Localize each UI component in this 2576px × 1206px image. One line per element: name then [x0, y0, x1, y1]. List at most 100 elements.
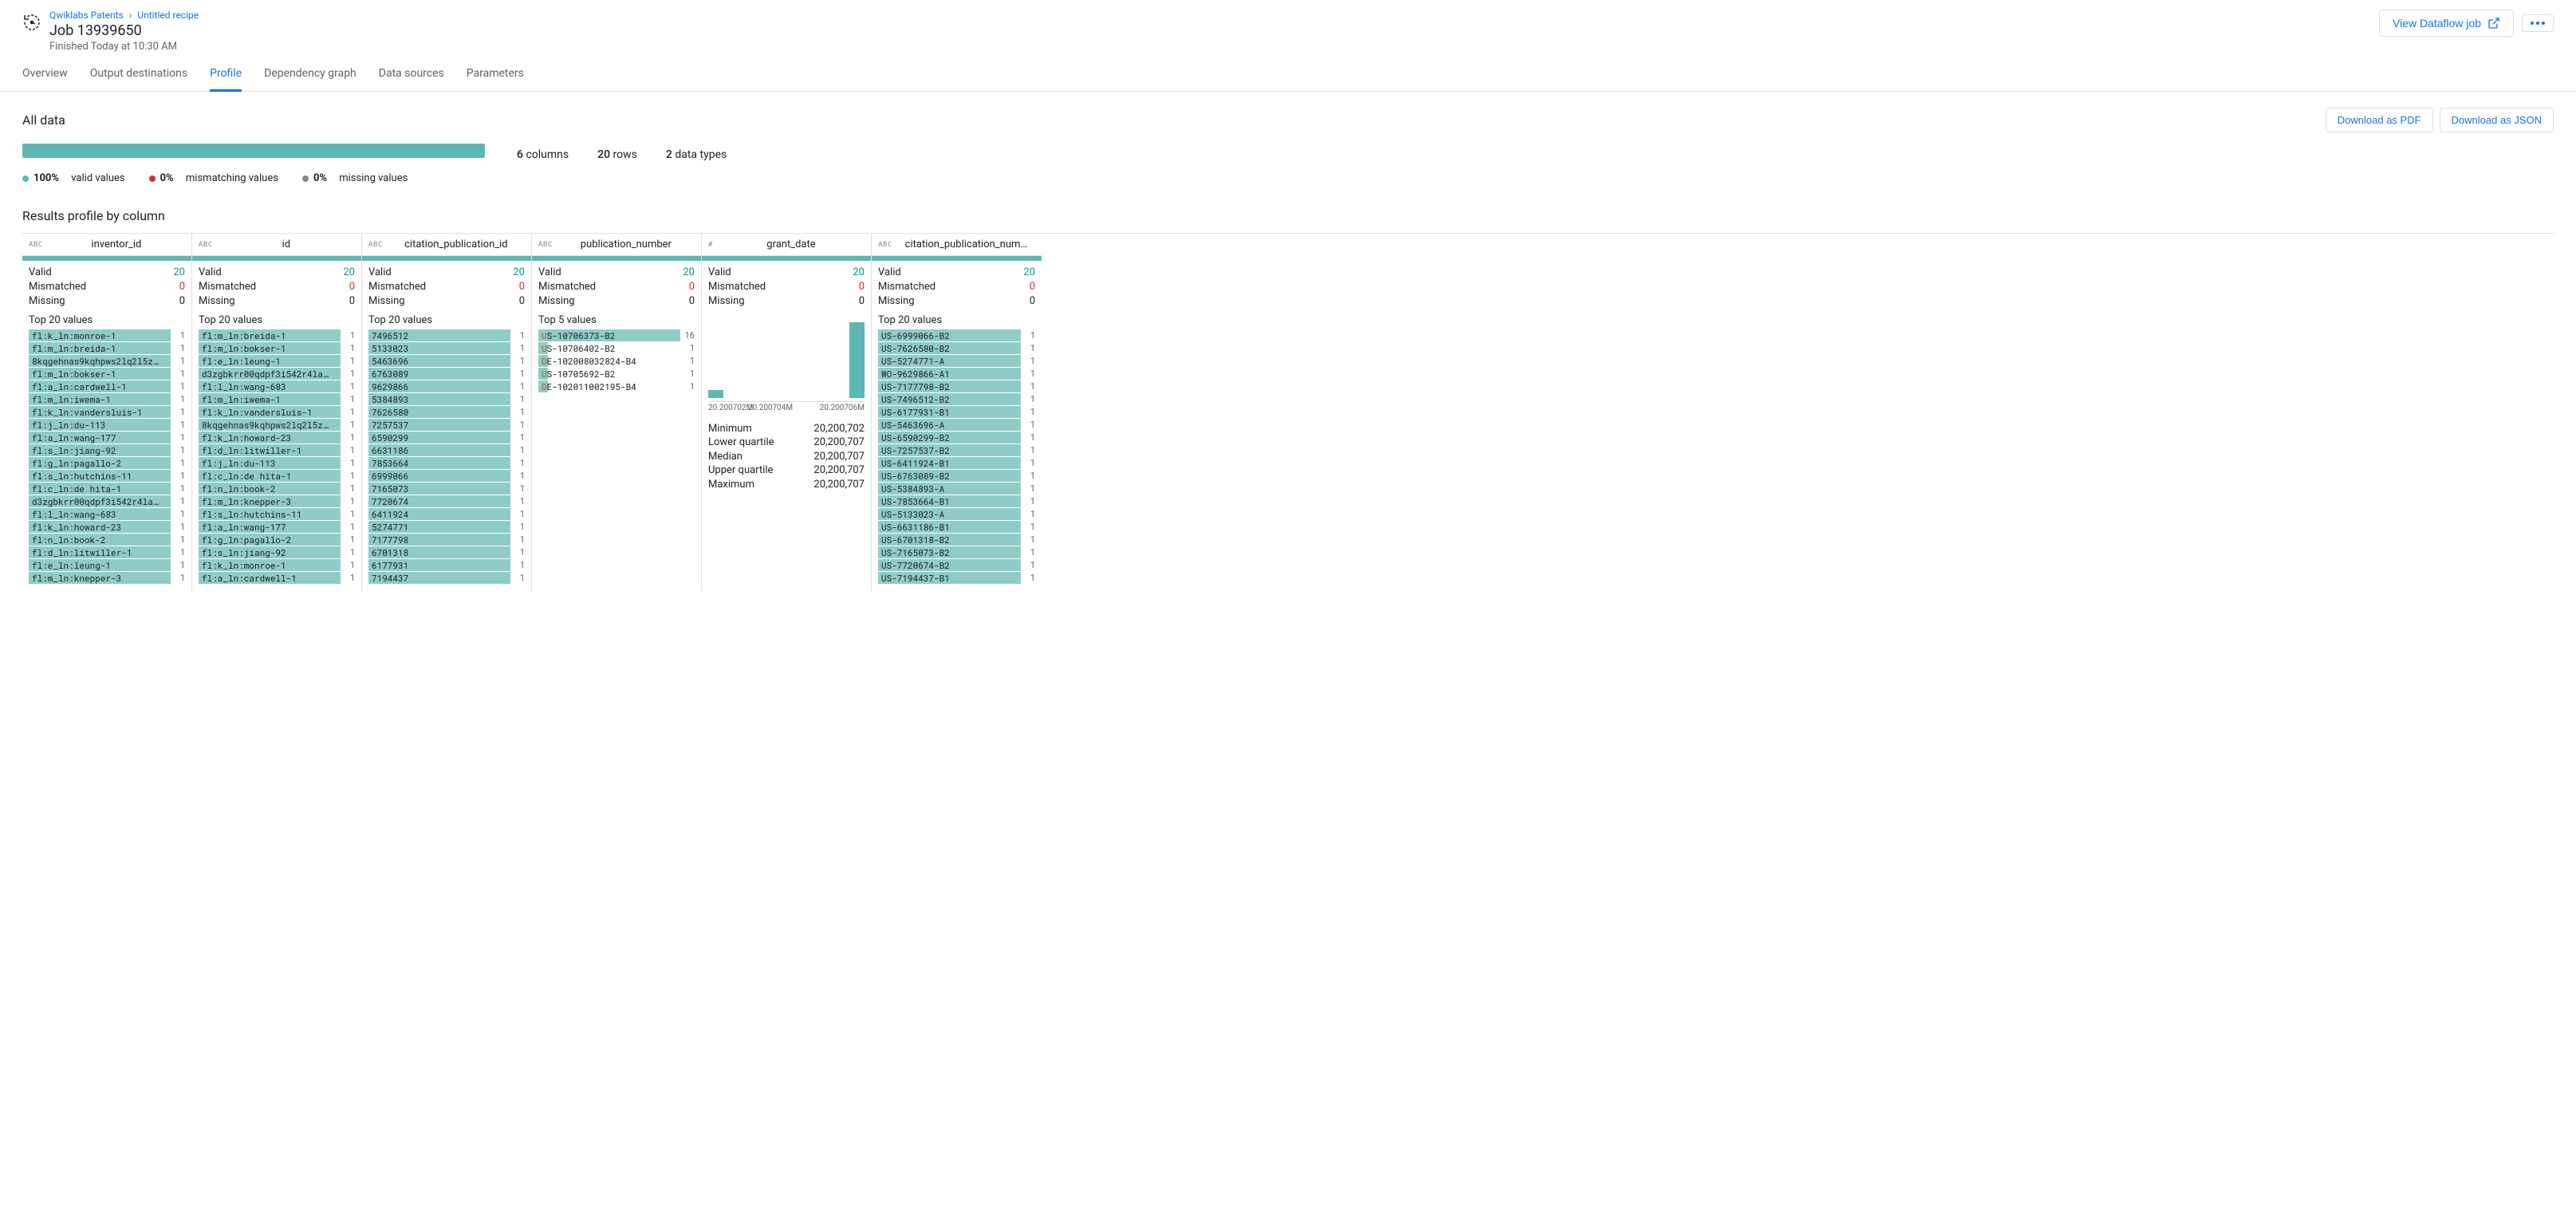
value-row[interactable]: 51330231 [368, 342, 525, 354]
value-row[interactable]: fl:g_ln:pagallo-21 [29, 457, 185, 469]
value-row[interactable]: fl:n_ln:book-21 [199, 483, 355, 495]
value-row[interactable]: US-6411924-B11 [878, 457, 1035, 469]
download-pdf-button[interactable]: Download as PDF [2326, 108, 2433, 132]
value-row[interactable]: fl:s_ln:jiang-921 [199, 546, 355, 558]
tab-output-destinations[interactable]: Output destinations [90, 67, 187, 91]
value-row[interactable]: fl:e_ln:leung-11 [199, 355, 355, 367]
breadcrumb-recipe[interactable]: Untitled recipe [137, 10, 199, 21]
value-row[interactable]: fl:d_ln:litwiller-11 [29, 546, 185, 558]
value-row[interactable]: WO-9629866-A11 [878, 368, 1035, 380]
value-row[interactable]: fl:n_ln:book-21 [29, 534, 185, 546]
value-row[interactable]: fl:k_ln:monroe-11 [29, 329, 185, 341]
value-row[interactable]: US-6177931-B11 [878, 406, 1035, 418]
value-row[interactable]: fl:m_ln:knepper-31 [199, 495, 355, 507]
column-header[interactable]: ABCcitation_publication_id [362, 234, 531, 256]
value-row[interactable]: fl:c_ln:de hita-11 [29, 483, 185, 495]
value-row[interactable]: US-7194437-B11 [878, 572, 1035, 584]
value-row[interactable]: 53848931 [368, 393, 525, 405]
tab-parameters[interactable]: Parameters [467, 67, 524, 91]
value-row[interactable]: 61779311 [368, 559, 525, 571]
value-row[interactable]: US-7496512-B21 [878, 393, 1035, 405]
value-row[interactable]: 77206741 [368, 495, 525, 507]
value-row[interactable]: fl:g_ln:pagallo-21 [199, 534, 355, 546]
value-row[interactable]: fl:m_ln:bokser-11 [29, 368, 185, 380]
column-header[interactable]: ABCid [192, 234, 361, 256]
value-row[interactable]: 69990661 [368, 470, 525, 482]
value-row[interactable]: 72575371 [368, 419, 525, 431]
value-row[interactable]: US-5274771-A1 [878, 355, 1035, 367]
value-row[interactable]: US-7257537-B21 [878, 444, 1035, 456]
column-header[interactable]: #grant_date [702, 234, 871, 256]
value-row[interactable]: 65902991 [368, 432, 525, 443]
value-row[interactable]: fl:k_ln:howard-231 [29, 521, 185, 533]
value-row[interactable]: 8kqgehnas9kqhpws2lq2l5z…1 [29, 355, 185, 367]
breadcrumb-project[interactable]: Qwiklabs Patents [49, 10, 124, 21]
value-row[interactable]: fl:j_ln:du-1131 [29, 419, 185, 431]
value-row[interactable]: fl:a_ln:cardwell-11 [199, 572, 355, 584]
value-row[interactable]: 8kqgehnas9kqhpws2lq2l5z…1 [199, 419, 355, 431]
value-row[interactable]: US-5463696-A1 [878, 419, 1035, 431]
column-header[interactable]: ABCcitation_publication_num… [872, 234, 1042, 256]
value-row[interactable]: fl:s_ln:hutchins-111 [199, 508, 355, 520]
value-row[interactable]: US-7853664-B11 [878, 495, 1035, 507]
value-row[interactable]: fl:e_ln:leung-11 [29, 559, 185, 571]
value-row[interactable]: d3zgbkrr00qdpf3i542r4la…1 [199, 368, 355, 380]
value-row[interactable]: fl:s_ln:hutchins-111 [29, 470, 185, 482]
value-row[interactable]: d3zgbkrr00qdpf3i542r4la…1 [29, 495, 185, 507]
value-row[interactable]: 67630891 [368, 368, 525, 380]
value-row[interactable]: fl:d_ln:litwiller-11 [199, 444, 355, 456]
tab-overview[interactable]: Overview [22, 67, 68, 91]
value-row[interactable]: fl:a_ln:cardwell-11 [29, 380, 185, 392]
value-row[interactable]: US-10706402-B21 [538, 342, 695, 354]
value-row[interactable]: 64119241 [368, 508, 525, 520]
value-row[interactable]: fl:k_ln:howard-231 [199, 432, 355, 443]
download-json-button[interactable]: Download as JSON [2440, 108, 2554, 132]
value-row[interactable]: 78536641 [368, 457, 525, 469]
value-row[interactable]: fl:m_ln:breida-11 [29, 342, 185, 354]
value-row[interactable]: fl:m_ln:knepper-31 [29, 572, 185, 584]
histogram-bar[interactable] [849, 322, 865, 398]
view-dataflow-button[interactable]: View Dataflow job [2379, 10, 2514, 37]
tab-profile[interactable]: Profile [210, 67, 242, 92]
value-row[interactable]: US-6999066-B21 [878, 329, 1035, 341]
value-row[interactable]: US-7720674-B21 [878, 559, 1035, 571]
column-header[interactable]: ABCpublication_number [532, 234, 701, 256]
value-row[interactable]: fl:j_ln:du-1131 [199, 457, 355, 469]
value-row[interactable]: 66311861 [368, 444, 525, 456]
more-actions-button[interactable] [2522, 14, 2554, 32]
value-row[interactable]: fl:a_ln:wang-1771 [199, 521, 355, 533]
value-row[interactable]: fl:m_ln:iwema-11 [199, 393, 355, 405]
value-row[interactable]: DE-102008032824-B41 [538, 355, 695, 367]
value-row[interactable]: US-10705692-B21 [538, 368, 695, 380]
value-row[interactable]: US-7626580-B21 [878, 342, 1035, 354]
value-row[interactable]: fl:k_ln:vandersluis-11 [199, 406, 355, 418]
value-row[interactable]: US-6590299-B21 [878, 432, 1035, 443]
value-row[interactable]: fl:m_ln:bokser-11 [199, 342, 355, 354]
value-row[interactable]: 96298661 [368, 380, 525, 392]
value-row[interactable]: US-6631186-B11 [878, 521, 1035, 533]
histogram-bar[interactable] [708, 390, 723, 398]
value-row[interactable]: US-5133023-A1 [878, 508, 1035, 520]
value-row[interactable]: fl:m_ln:breida-11 [199, 329, 355, 341]
value-row[interactable]: fl:l_ln:wang-6831 [199, 380, 355, 392]
value-row[interactable]: fl:c_ln:de hita-11 [199, 470, 355, 482]
value-row[interactable]: US-7177798-B21 [878, 380, 1035, 392]
value-row[interactable]: 74965121 [368, 329, 525, 341]
value-row[interactable]: US-6763089-B21 [878, 470, 1035, 482]
value-row[interactable]: fl:m_ln:iwema-11 [29, 393, 185, 405]
value-row[interactable]: US-10706373-B216 [538, 329, 695, 341]
value-row[interactable]: fl:s_ln:jiang-921 [29, 444, 185, 456]
value-row[interactable]: 71650731 [368, 483, 525, 495]
value-row[interactable]: 54636961 [368, 355, 525, 367]
tab-data-sources[interactable]: Data sources [379, 67, 444, 91]
value-row[interactable]: 52747711 [368, 521, 525, 533]
value-row[interactable]: US-6701318-B21 [878, 534, 1035, 546]
value-row[interactable]: 71777981 [368, 534, 525, 546]
value-row[interactable]: fl:l_ln:wang-6831 [29, 508, 185, 520]
value-row[interactable]: 71944371 [368, 572, 525, 584]
value-row[interactable]: fl:a_ln:wang-1771 [29, 432, 185, 443]
value-row[interactable]: US-7165073-B21 [878, 546, 1035, 558]
tab-dependency-graph[interactable]: Dependency graph [264, 67, 356, 91]
value-row[interactable]: fl:k_ln:vandersluis-11 [29, 406, 185, 418]
column-header[interactable]: ABCinventor_id [22, 234, 191, 256]
